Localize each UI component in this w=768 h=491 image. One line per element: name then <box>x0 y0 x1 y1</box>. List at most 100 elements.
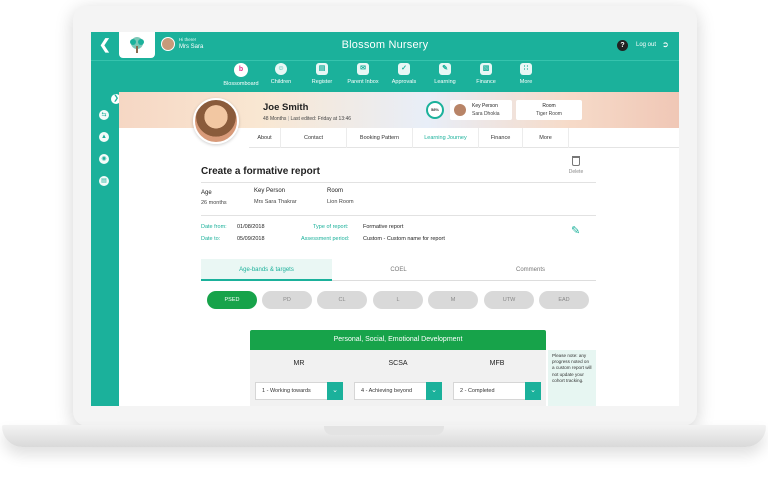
finance-icon: ▧ <box>480 63 492 75</box>
date-to-value[interactable]: 05/09/2018 <box>237 236 265 242</box>
delete-button[interactable]: Delete <box>565 156 587 175</box>
swap-icon[interactable]: ⇆ <box>99 110 109 120</box>
register-icon: ▤ <box>316 63 328 75</box>
divider <box>201 215 596 216</box>
children-icon: ☺ <box>275 63 287 75</box>
mr-select[interactable]: 1 - Working towards ⌄ <box>255 382 343 400</box>
eye-icon[interactable]: ◉ <box>99 154 109 164</box>
nav-label: Blossomboard <box>223 81 259 87</box>
help-icon[interactable]: ? <box>617 40 628 51</box>
tab-booking-pattern[interactable]: Booking Pattern <box>347 128 413 148</box>
nav-label: More <box>519 79 533 85</box>
tab-age-bands[interactable]: Age-bands & targets <box>201 259 332 281</box>
app-screen: ❮ Hi there! Mrs Sara Blossom Nursery ? L… <box>91 32 679 406</box>
child-photo <box>193 98 239 144</box>
delete-label: Delete <box>568 169 584 175</box>
nav-blossomboard[interactable]: b Blossomboard <box>219 63 263 87</box>
nav-approvals[interactable]: ✓ Approvals <box>382 63 426 85</box>
child-meta: 48 Months | Last edited: Friday at 13:46 <box>263 116 352 122</box>
logout-icon[interactable]: ➲ <box>662 40 669 49</box>
area-pill-m[interactable]: M <box>428 291 478 309</box>
mfb-select-value: 2 - Completed <box>460 388 495 394</box>
key-person-name: Sara Dhokia <box>472 111 500 117</box>
key-person-label: Key Person <box>254 188 286 194</box>
scsa-select[interactable]: 4 - Achieving beyond ⌄ <box>354 382 442 400</box>
logout-button[interactable]: Log out <box>636 42 656 48</box>
development-header: Personal, Social, Emotional Development <box>250 330 546 350</box>
chevron-down-icon[interactable]: ⌄ <box>426 382 442 400</box>
tab-finance[interactable]: Finance <box>479 128 523 148</box>
area-pill-pd[interactable]: PD <box>262 291 312 309</box>
column-head-scsa: SCSA <box>388 360 408 367</box>
mr-select-value: 1 - Working towards <box>262 388 311 394</box>
nav-label: Register <box>311 79 333 85</box>
room-value: Lion Room <box>327 199 354 205</box>
tab-about[interactable]: About <box>249 128 281 148</box>
main-nav: b Blossomboard ☺ Children ▤ Register ✉ P… <box>91 60 679 92</box>
nav-learning[interactable]: ✎ Learning <box>423 63 467 85</box>
tab-comments[interactable]: Comments <box>465 259 596 281</box>
room-card[interactable]: Room Tiger Room <box>516 100 582 120</box>
nav-label: Children <box>270 79 292 85</box>
tab-contact[interactable]: Contact <box>281 128 347 148</box>
mfb-select[interactable]: 2 - Completed ⌄ <box>453 382 541 400</box>
child-name: Joe Smith <box>263 102 309 113</box>
app-title: Blossom Nursery <box>341 39 429 51</box>
column-head-mfb: MFB <box>489 360 505 367</box>
pencil-icon[interactable]: ✎ <box>571 224 580 237</box>
profile-tabs: About Contact Booking Pattern Learning J… <box>249 128 679 148</box>
tab-more[interactable]: More <box>523 128 569 148</box>
room-title: Room <box>542 103 556 109</box>
progress-ring: 58% <box>426 101 444 119</box>
tracking-note: Please note: any progress noted on a cus… <box>548 350 596 406</box>
nav-label: Parent Inbox <box>347 79 379 85</box>
nav-label: Learning <box>434 79 456 85</box>
hierarchy-icon[interactable]: ▲ <box>99 132 109 142</box>
key-person-avatar <box>454 104 466 116</box>
area-pill-cl[interactable]: CL <box>317 291 367 309</box>
area-pill-ead[interactable]: EAD <box>539 291 589 309</box>
approvals-icon: ✓ <box>398 63 410 75</box>
nav-register[interactable]: ▤ Register <box>300 63 344 85</box>
age-value: 26 months <box>201 200 227 206</box>
date-from-value[interactable]: 01/08/2018 <box>237 224 265 230</box>
form-title: Create a formative report <box>201 166 320 177</box>
area-pill-l[interactable]: L <box>373 291 423 309</box>
nav-parent-inbox[interactable]: ✉ Parent Inbox <box>341 63 385 85</box>
nav-children[interactable]: ☺ Children <box>259 63 303 85</box>
more-icon: ∷ <box>520 63 532 75</box>
assessment-period-value: Custom - Custom name for report <box>363 236 445 242</box>
nav-finance[interactable]: ▧ Finance <box>464 63 508 85</box>
trash-icon <box>572 156 580 166</box>
scsa-select-value: 4 - Achieving beyond <box>361 388 413 394</box>
form-tabs: Age-bands & targets COEL Comments <box>201 259 596 281</box>
age-label: Age <box>201 190 212 196</box>
last-edited: Last edited: Friday at 13:46 <box>290 116 352 122</box>
tab-coel[interactable]: COEL <box>333 259 464 281</box>
top-bar: ❮ Hi there! Mrs Sara Blossom Nursery ? L… <box>91 32 679 60</box>
room-label: Room <box>327 188 344 194</box>
inbox-icon: ✉ <box>357 63 369 75</box>
area-pill-psed[interactable]: PSED <box>207 291 257 309</box>
learning-icon: ✎ <box>439 63 451 75</box>
report-type-value: Formative report <box>363 224 404 230</box>
nav-label: Approvals <box>391 79 417 85</box>
key-person-value: Mrs Sara Thakrar <box>254 199 297 205</box>
room-name: Tiger Room <box>536 111 562 117</box>
blossom-icon: b <box>234 63 248 77</box>
chevron-down-icon[interactable]: ⌄ <box>327 382 343 400</box>
divider <box>201 182 596 183</box>
area-pill-utw[interactable]: UTW <box>484 291 534 309</box>
side-bar: ❯ ⇆ ▲ ◉ ▤ <box>91 92 121 406</box>
nav-label: Finance <box>476 79 496 85</box>
key-person-title: Key Person <box>472 103 498 109</box>
report-type-label: Type of report: <box>313 224 349 230</box>
laptop-notch <box>324 426 444 435</box>
document-icon[interactable]: ▤ <box>99 176 109 186</box>
date-from-label: Date from: <box>201 224 227 230</box>
key-person-card[interactable]: Key Person Sara Dhokia <box>450 100 512 120</box>
nav-more[interactable]: ∷ More <box>504 63 548 85</box>
tab-learning-journey[interactable]: Learning Journey <box>413 128 479 148</box>
chevron-down-icon[interactable]: ⌄ <box>525 382 541 400</box>
column-head-mr: MR <box>293 360 305 367</box>
